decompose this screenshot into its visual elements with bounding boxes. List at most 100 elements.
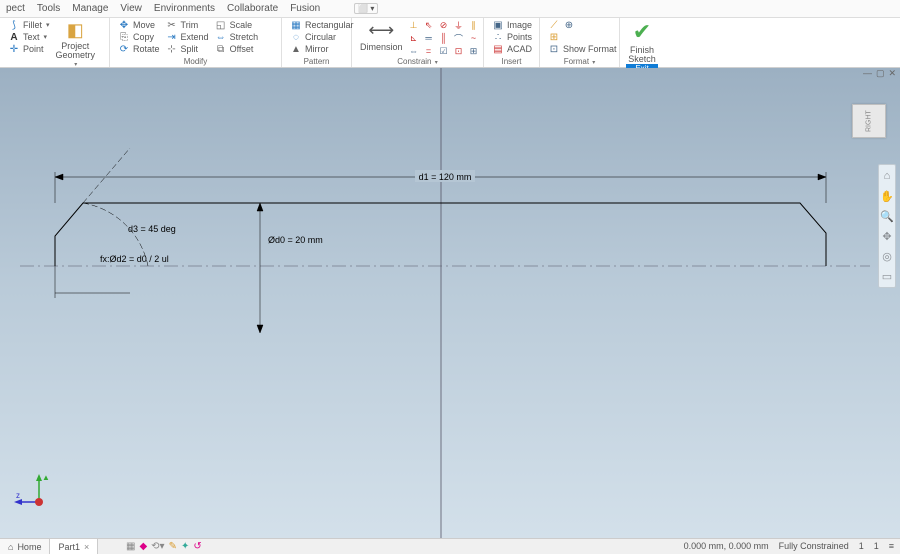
app-search-icon[interactable]: ⬜ ▾	[354, 3, 378, 14]
circular-pattern[interactable]: ◌Circular	[288, 31, 338, 43]
insert-acad[interactable]: ▤ACAD	[490, 43, 534, 55]
nav-home-icon[interactable]: ⌂	[880, 169, 894, 183]
constraint-show[interactable]: ☑	[437, 45, 451, 57]
dimension-icon: ⟷	[370, 19, 392, 41]
navigation-bar: ⌂ ✋ 🔍 ✥ ◎ ▭	[878, 164, 896, 288]
driven-icon: ⊞	[548, 31, 560, 43]
copy-icon: ⎘	[118, 31, 130, 43]
constraint-equal[interactable]: =	[422, 45, 436, 57]
insert-image[interactable]: ▣Image	[490, 19, 534, 31]
check-icon: ✔	[633, 19, 651, 45]
sketch-canvas[interactable]: — ▢ ✕ d1 = 120 mm Ød0 = 20 mm	[0, 68, 900, 538]
constraint-status: Fully Constrained	[779, 541, 849, 551]
points-icon: ∴	[492, 31, 504, 43]
home-icon: ⌂	[8, 542, 13, 552]
constraint-inference[interactable]: ⊞	[467, 45, 481, 57]
dim-d2[interactable]: fx:Ød2 = d0 / 2 ul	[100, 254, 169, 264]
insert-points[interactable]: ∴Points	[490, 31, 534, 43]
panel-title-insert: Insert	[490, 57, 533, 66]
mdi-restore[interactable]: ▢	[876, 68, 885, 79]
menu-item[interactable]: Collaborate	[227, 3, 278, 14]
fillet-tool[interactable]: ⟆Fillet▾	[6, 19, 52, 31]
rotate-tool[interactable]: ⟳Rotate	[116, 43, 162, 55]
menu-item[interactable]: Fusion	[290, 3, 320, 14]
circular-icon: ◌	[290, 31, 302, 43]
constraint-parallel[interactable]: ∥	[467, 19, 481, 31]
status-tool-icon[interactable]: ↺	[193, 541, 201, 552]
finish-sketch[interactable]: ✔ FinishSketch	[626, 19, 658, 64]
constraint-vertical[interactable]: ║	[437, 32, 451, 44]
show-format-icon: ⊡	[548, 43, 560, 55]
constraint-collinear[interactable]: ⇖	[422, 19, 436, 31]
rectangular-pattern[interactable]: ▦Rectangular	[288, 19, 356, 31]
constraint-symmetric[interactable]: ⇔	[407, 45, 421, 57]
extend-icon: ⇥	[166, 31, 178, 43]
offset-tool[interactable]: ⧉Offset	[213, 43, 256, 55]
panel-title-format[interactable]: Format ▾	[546, 57, 613, 66]
mdi-minimize[interactable]: —	[863, 68, 872, 79]
constraint-horizontal[interactable]: ═	[422, 32, 436, 44]
viewcube[interactable]: RIGHT	[852, 104, 886, 138]
construction-icon: ⟋	[548, 19, 560, 31]
axes-triad: z ▲	[14, 472, 64, 512]
status-tool-icon[interactable]: ✦	[181, 541, 189, 552]
dimension-tool[interactable]: ⟷ Dimension	[358, 19, 405, 52]
panel-title-pattern: Pattern	[288, 57, 345, 66]
tab-part1[interactable]: Part1 ×	[50, 539, 98, 554]
point-icon: ✛	[8, 43, 20, 55]
status-count-a: 1	[859, 541, 864, 551]
split-icon: ⊹	[166, 43, 178, 55]
menu-item[interactable]: View	[120, 3, 142, 14]
point-tool[interactable]: ✛Point	[6, 43, 46, 55]
dim-d1[interactable]: d1 = 120 mm	[419, 172, 472, 182]
constraint-perpendicular[interactable]: ⊾	[407, 32, 421, 44]
menu-item[interactable]: pect	[6, 3, 25, 14]
constraint-fix[interactable]: ⏚	[452, 19, 466, 31]
stretch-tool[interactable]: ⇔Stretch	[213, 31, 261, 43]
constraint-tangent[interactable]: ⌒	[452, 32, 466, 44]
status-tool-icon[interactable]: ◆	[139, 541, 147, 552]
trim-tool[interactable]: ✂Trim	[164, 19, 201, 31]
tab-home[interactable]: ⌂Home	[0, 539, 50, 554]
move-icon: ✥	[118, 19, 130, 31]
image-icon: ▣	[492, 19, 504, 31]
constraint-smooth[interactable]: ~	[467, 32, 481, 44]
menu-item[interactable]: Manage	[72, 3, 108, 14]
menu-item[interactable]: Environments	[154, 3, 215, 14]
nav-orbit-icon[interactable]: ✥	[880, 229, 894, 243]
project-geometry-tool[interactable]: ◧ ProjectGeometry ▾	[54, 19, 98, 68]
status-tool-icon[interactable]: ▦	[126, 541, 135, 552]
project-geometry-icon: ◧	[64, 19, 86, 41]
svg-text:z: z	[16, 491, 20, 500]
constraint-coincident[interactable]: ⊥	[407, 19, 421, 31]
format-driven[interactable]: ⊞	[546, 31, 562, 43]
nav-pan-icon[interactable]: ✋	[880, 189, 894, 203]
constraint-auto[interactable]: ⊡	[452, 45, 466, 57]
nav-zoom-icon[interactable]: 🔍	[880, 209, 894, 223]
mirror-pattern[interactable]: ▲Mirror	[288, 43, 331, 55]
status-menu-icon[interactable]: ≡	[889, 541, 894, 551]
menu-item[interactable]: Tools	[37, 3, 60, 14]
mdi-close[interactable]: ✕	[888, 68, 896, 79]
nav-lookat-icon[interactable]: ◎	[880, 249, 894, 263]
panel-title-modify: Modify	[116, 57, 275, 66]
copy-tool[interactable]: ⎘Copy	[116, 31, 156, 43]
status-tool-icon[interactable]: ⟲▾	[151, 541, 164, 552]
panel-title-constrain[interactable]: Constrain ▾	[358, 57, 477, 66]
format-construction[interactable]: ⟋⊕	[546, 19, 577, 31]
scale-tool[interactable]: ◱Scale	[213, 19, 255, 31]
close-icon[interactable]: ×	[84, 542, 89, 552]
dim-d0[interactable]: Ød0 = 20 mm	[268, 235, 323, 245]
move-tool[interactable]: ✥Move	[116, 19, 157, 31]
split-tool[interactable]: ⊹Split	[164, 43, 201, 55]
offset-icon: ⧉	[215, 43, 227, 55]
dim-d3[interactable]: d3 = 45 deg	[128, 224, 176, 234]
extend-tool[interactable]: ⇥Extend	[164, 31, 211, 43]
show-format[interactable]: ⊡Show Format	[546, 43, 619, 55]
constraint-concentric[interactable]: ⊘	[437, 19, 451, 31]
status-tool-icon[interactable]: ✎	[169, 541, 177, 552]
scale-icon: ◱	[215, 19, 227, 31]
nav-fullnav-icon[interactable]: ▭	[880, 269, 894, 283]
text-tool[interactable]: AText▾	[6, 31, 49, 43]
mdi-window-controls: — ▢ ✕	[863, 68, 896, 79]
